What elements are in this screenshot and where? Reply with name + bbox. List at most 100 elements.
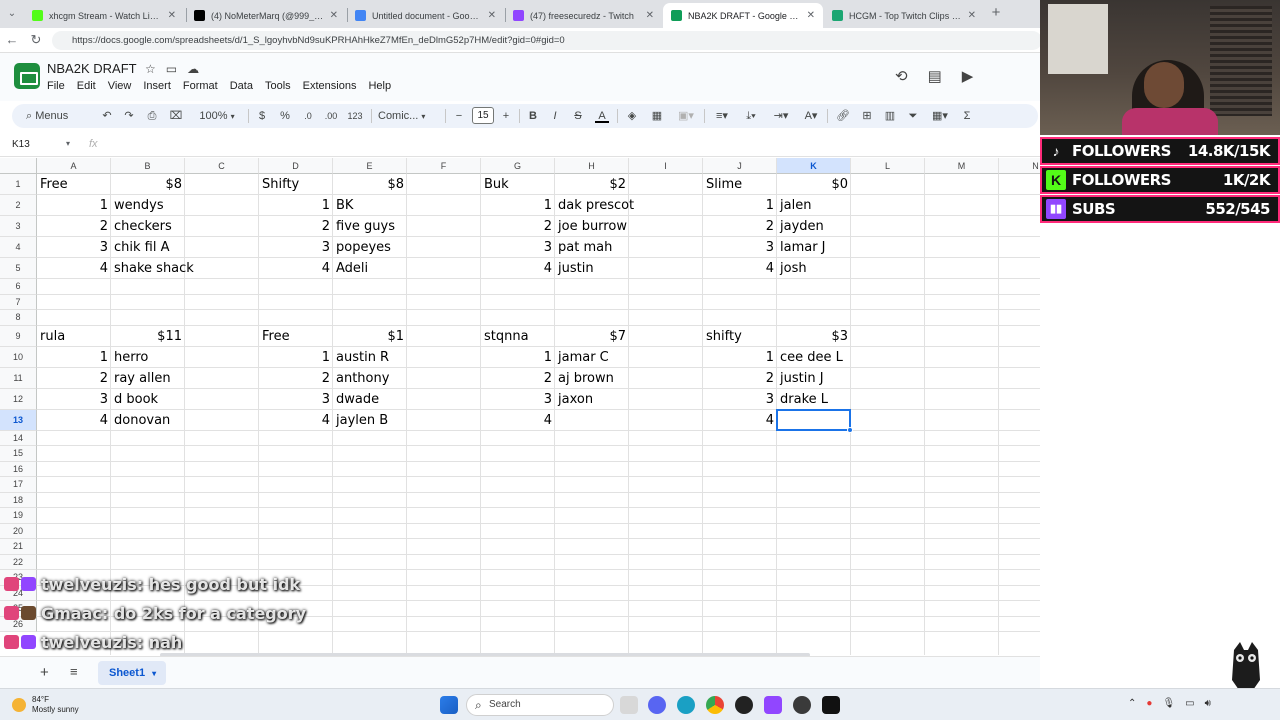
row-header[interactable]: 9 bbox=[0, 325, 37, 347]
cell-e1[interactable]: $8 bbox=[333, 174, 407, 195]
obs-icon[interactable] bbox=[793, 696, 811, 714]
row-header[interactable]: 21 bbox=[0, 539, 37, 555]
vertical-align-icon[interactable]: ⤓▾ bbox=[739, 107, 763, 125]
cell-b3[interactable]: checkers bbox=[111, 216, 259, 237]
row-header[interactable]: 3 bbox=[0, 216, 37, 237]
menus-search[interactable]: ⌕ Menus bbox=[26, 107, 84, 125]
cell-d12[interactable]: 3 bbox=[259, 389, 333, 410]
text-color-icon[interactable]: A bbox=[595, 107, 609, 123]
row-header[interactable]: 22 bbox=[0, 554, 37, 570]
menu-view[interactable]: View bbox=[108, 80, 132, 92]
edge-icon[interactable] bbox=[677, 696, 695, 714]
text-rotation-icon[interactable]: A▾ bbox=[799, 107, 823, 125]
cell-b11[interactable]: ray allen bbox=[111, 368, 259, 389]
menu-file[interactable]: File bbox=[47, 80, 65, 92]
browser-tab-clips[interactable]: HCGM - Top Twitch Clips - Twitch ✕ bbox=[824, 3, 984, 28]
cell-a4[interactable]: 3 bbox=[37, 237, 111, 258]
tab-search-icon[interactable]: ⌄ bbox=[4, 6, 20, 22]
menu-help[interactable]: Help bbox=[368, 80, 391, 92]
cell-j4[interactable]: 3 bbox=[703, 237, 777, 258]
cell-k9[interactable]: $3 bbox=[777, 326, 851, 347]
sheets-logo-icon[interactable] bbox=[14, 63, 40, 89]
cell-k3[interactable]: jayden bbox=[777, 216, 925, 237]
cell-h9[interactable]: $7 bbox=[555, 326, 629, 347]
print-icon[interactable]: ⎙ bbox=[145, 107, 159, 125]
cell-a12[interactable]: 3 bbox=[37, 389, 111, 410]
italic-icon[interactable]: I bbox=[548, 107, 562, 125]
cell-j3[interactable]: 2 bbox=[703, 216, 777, 237]
cell-b13[interactable]: donovan bbox=[111, 410, 259, 431]
row-header[interactable]: 8 bbox=[0, 310, 37, 326]
cell-b2[interactable]: wendys bbox=[111, 195, 259, 216]
cell-e11[interactable]: anthony bbox=[333, 368, 481, 389]
tray-app-icon[interactable]: ● bbox=[1146, 698, 1152, 709]
decrease-decimal-button[interactable]: .0 bbox=[300, 107, 316, 125]
sheet-tab[interactable]: Sheet1 ▾ bbox=[98, 661, 166, 685]
paint-format-icon[interactable]: ⌧ bbox=[169, 107, 183, 125]
cell-k12[interactable]: drake L bbox=[777, 389, 925, 410]
browser-tab-twitch[interactable]: (47) freesecuredz - Twitch ✕ bbox=[505, 3, 662, 28]
column-header[interactable]: H bbox=[555, 158, 629, 174]
font-size-input[interactable]: 15 bbox=[472, 107, 494, 124]
cell-g3[interactable]: 2 bbox=[481, 216, 555, 237]
microphone-icon[interactable]: 🎙︎ bbox=[1162, 698, 1175, 709]
cell-g12[interactable]: 3 bbox=[481, 389, 555, 410]
selected-cell-border[interactable] bbox=[776, 408, 851, 431]
media-player-icon[interactable] bbox=[735, 696, 753, 714]
weather-widget[interactable]: 84°F Mostly sunny bbox=[12, 695, 79, 715]
cell-j2[interactable]: 1 bbox=[703, 195, 777, 216]
menu-edit[interactable]: Edit bbox=[77, 80, 96, 92]
version-history-icon[interactable]: ⟲ bbox=[895, 67, 908, 85]
move-folder-icon[interactable]: ▭ bbox=[166, 62, 177, 76]
cell-d10[interactable]: 1 bbox=[259, 347, 333, 368]
column-header[interactable]: F bbox=[407, 158, 481, 174]
menu-data[interactable]: Data bbox=[230, 80, 253, 92]
cell-e4[interactable]: popeyes bbox=[333, 237, 481, 258]
cell-a5[interactable]: 4 bbox=[37, 258, 111, 279]
name-box[interactable]: K13 bbox=[12, 139, 30, 150]
close-icon[interactable]: ✕ bbox=[488, 10, 496, 21]
close-icon[interactable]: ✕ bbox=[168, 10, 176, 21]
row-header[interactable]: 6 bbox=[0, 279, 37, 295]
browser-tab-sheets[interactable]: NBA2K DRAFT - Google Sheets ✕ bbox=[663, 3, 823, 28]
cell-d3[interactable]: 2 bbox=[259, 216, 333, 237]
add-sheet-icon[interactable]: + bbox=[40, 664, 49, 681]
insert-comment-icon[interactable]: ⊞ bbox=[860, 107, 874, 125]
cell-d4[interactable]: 3 bbox=[259, 237, 333, 258]
row-header[interactable]: 17 bbox=[0, 477, 37, 493]
back-icon[interactable]: ← bbox=[4, 32, 20, 48]
row-header[interactable]: 1 bbox=[0, 174, 37, 195]
tiktok-app-icon[interactable] bbox=[822, 696, 840, 714]
new-tab-icon[interactable]: + bbox=[988, 5, 1004, 21]
row-header[interactable]: 13 bbox=[0, 409, 37, 431]
cell-h12[interactable]: jaxon bbox=[555, 389, 703, 410]
all-sheets-icon[interactable]: ≡ bbox=[70, 664, 78, 679]
undo-icon[interactable]: ↶ bbox=[100, 107, 114, 125]
close-icon[interactable]: ✕ bbox=[330, 10, 338, 21]
cell-h4[interactable]: pat mah bbox=[555, 237, 703, 258]
cell-e12[interactable]: dwade bbox=[333, 389, 481, 410]
redo-icon[interactable]: ↷ bbox=[122, 107, 136, 125]
column-header[interactable]: D bbox=[259, 158, 333, 174]
menu-insert[interactable]: Insert bbox=[143, 80, 171, 92]
cell-h2[interactable]: dak prescot bbox=[555, 195, 703, 216]
column-header[interactable]: G bbox=[481, 158, 555, 174]
reload-icon[interactable]: ↻ bbox=[28, 32, 44, 48]
number-format-button[interactable]: 123 bbox=[345, 107, 365, 125]
cell-d5[interactable]: 4 bbox=[259, 258, 333, 279]
cell-d2[interactable]: 1 bbox=[259, 195, 333, 216]
column-header[interactable]: J bbox=[703, 158, 777, 174]
network-icon[interactable]: ▭ bbox=[1185, 698, 1194, 709]
chevron-up-icon[interactable]: ⌃ bbox=[1128, 698, 1136, 709]
cell-a2[interactable]: 1 bbox=[37, 195, 111, 216]
column-header[interactable]: E bbox=[333, 158, 407, 174]
column-header[interactable]: B bbox=[111, 158, 185, 174]
cell-k4[interactable]: lamar J bbox=[777, 237, 925, 258]
borders-icon[interactable]: ▦ bbox=[650, 107, 664, 125]
cell-g4[interactable]: 3 bbox=[481, 237, 555, 258]
comments-icon[interactable]: ▤ bbox=[928, 67, 942, 85]
column-header[interactable]: C bbox=[185, 158, 259, 174]
insert-link-icon[interactable]: 🔗︎ bbox=[836, 107, 850, 125]
cell-g10[interactable]: 1 bbox=[481, 347, 555, 368]
row-header[interactable]: 4 bbox=[0, 237, 37, 258]
